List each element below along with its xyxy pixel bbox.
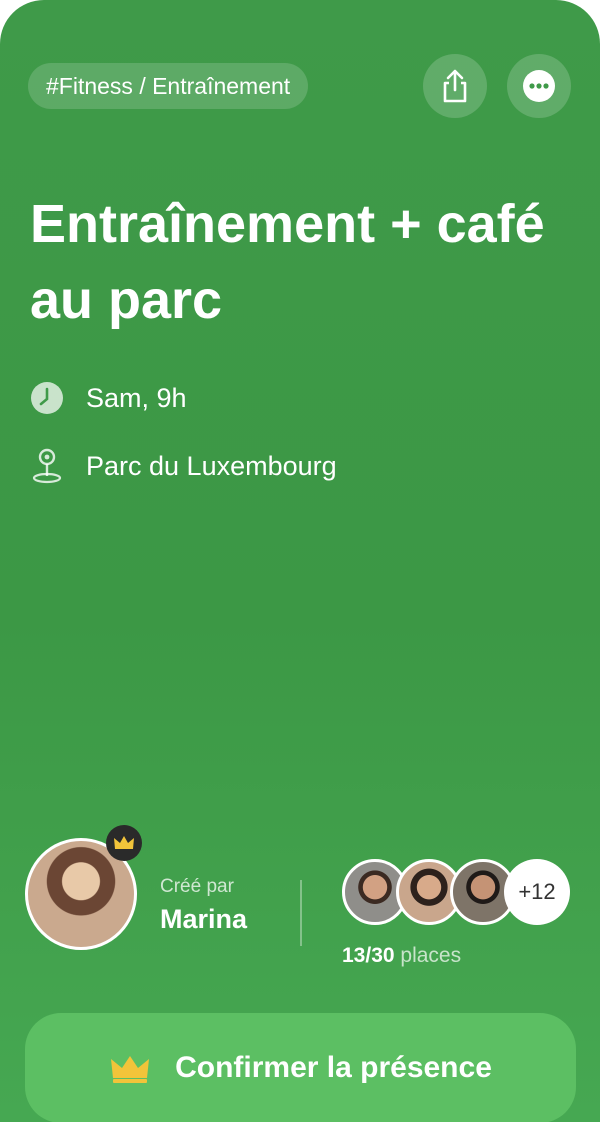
event-card: #Fitness / Entraînement Entraînement + c… (0, 0, 600, 1122)
share-button[interactable] (423, 54, 487, 118)
crown-icon (111, 1056, 150, 1083)
event-title: Entraînement + café au parc (30, 194, 545, 330)
places-label: places (400, 944, 462, 967)
crown-icon (114, 836, 134, 849)
confirm-attendance-button[interactable]: Confirmer la présence (25, 1013, 576, 1122)
category-tag[interactable]: #Fitness / Entraînement (28, 63, 309, 109)
event-location: Parc du Luxembourg (86, 450, 337, 481)
places-count: 13/30 places (342, 944, 461, 968)
places-count-value: 13/30 (342, 944, 395, 967)
more-attendees-badge[interactable]: +12 (504, 859, 570, 925)
more-options-button[interactable] (507, 54, 571, 118)
clock-icon (30, 381, 64, 415)
event-time: Sam, 9h (86, 382, 187, 413)
crown-badge (106, 825, 142, 861)
location-pin-icon (30, 448, 64, 484)
divider (300, 880, 302, 946)
confirm-button-label: Confirmer la présence (175, 1051, 492, 1084)
event-location-row[interactable]: Parc du Luxembourg (30, 448, 337, 484)
created-by-label: Créé par (160, 876, 234, 897)
creator-name[interactable]: Marina (160, 904, 247, 935)
share-icon (443, 69, 467, 103)
more-icon (523, 70, 555, 102)
event-time-row: Sam, 9h (30, 381, 187, 415)
